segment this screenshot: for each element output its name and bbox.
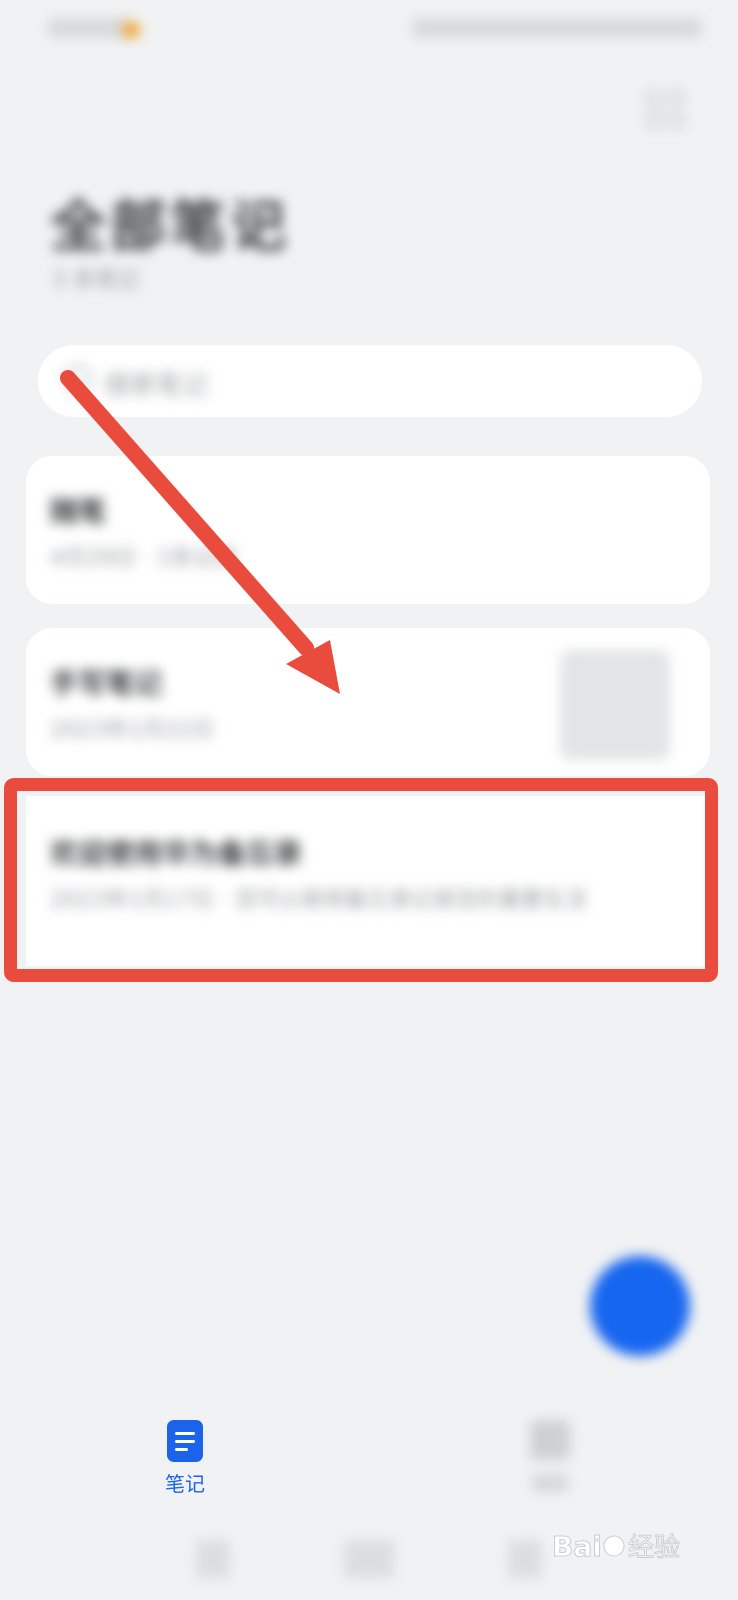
note-meta: 4月29日 · 1条记录 [50,546,237,571]
note-meta: 2023年1月22日 [50,718,214,743]
note-title: 手写笔记 [50,667,163,700]
note-card-1[interactable]: 随笔 4月29日 · 1条记录 [26,456,710,604]
recents-icon[interactable] [508,1540,542,1578]
home-icon[interactable] [344,1540,394,1578]
grid-view-icon[interactable] [646,90,688,132]
notification-dot-icon [122,22,140,38]
add-note-button[interactable] [590,1256,690,1356]
tab-notes-label: 笔记 [165,1472,205,1496]
note-thumbnail [560,650,670,760]
note-card-2[interactable]: 手写笔记 2023年1月22日 [26,628,710,776]
chevron-down-icon[interactable]: ▾ [250,200,264,233]
notes-screen: 全部笔记 ▾ 3 条笔记 搜索笔记 随笔 4月29日 · 1条记录 手写笔记 2… [0,0,738,1600]
search-bar[interactable]: 搜索笔记 [38,345,702,417]
tab-todo[interactable] [520,1410,580,1500]
document-icon [167,1420,203,1462]
back-icon[interactable] [196,1540,230,1578]
note-count: 3 条笔记 [52,268,139,293]
svg-text:经验: 经验 [628,1533,680,1563]
status-bar-right [412,18,702,38]
highlight-box [4,778,718,982]
status-bar-left [48,18,128,38]
svg-text:Bai: Bai [552,1530,602,1563]
note-title: 随笔 [50,495,107,528]
search-icon [64,365,92,393]
search-placeholder: 搜索笔记 [104,371,209,401]
baidu-watermark-logo: Bai 经验 [552,1530,681,1564]
tab-notes[interactable]: 笔记 [150,1420,220,1497]
